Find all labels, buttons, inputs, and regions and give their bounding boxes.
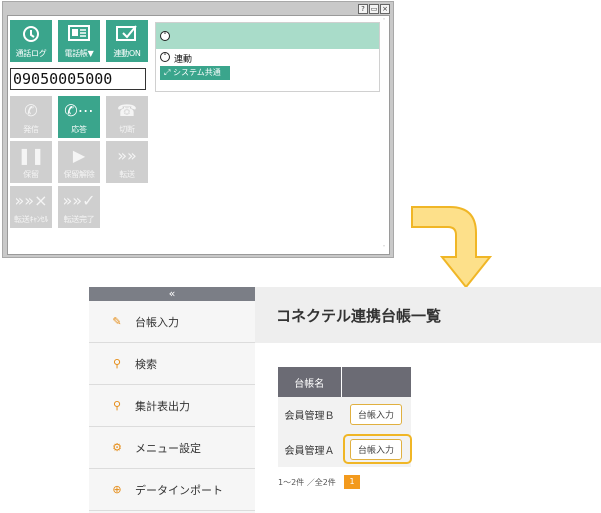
page-title: コネクテル連携台帳一覧 — [276, 307, 442, 325]
minimize-button[interactable]: ▭ — [369, 4, 379, 14]
column-header-action — [340, 367, 411, 397]
window-controls: ? ▭ × — [358, 4, 390, 14]
unhold-button[interactable]: ▶ 保留解除 — [58, 141, 100, 183]
help-button[interactable]: ? — [358, 4, 368, 14]
transfer-cancel-button[interactable]: »»× 転送ｷｬﾝｾﾙ — [10, 186, 52, 228]
scroll-down-icon[interactable]: ˅ — [380, 245, 388, 252]
transfer-button[interactable]: »» 転送 — [106, 141, 148, 183]
ledger-name-cell: 会員管理Ｂ — [278, 397, 341, 432]
sidebar-item-label: 台帳入力 — [135, 315, 179, 329]
softphone-window: ? ▭ × 通話ログ 電話帳▼ 連動ON 09050005000 ✆ 発信 ✆⋯… — [2, 1, 394, 258]
call-log-button[interactable]: 通話ログ — [10, 20, 52, 62]
phone-ringing-icon: ✆⋯ — [64, 101, 94, 120]
sidebar-item-label: 検索 — [135, 357, 157, 371]
external-link-icon: ⤢ — [164, 68, 173, 77]
transfer-complete-icon: »»✓ — [62, 191, 96, 210]
pause-icon: ❚❚ — [17, 146, 45, 165]
sidebar-item-label: 集計表出力 — [135, 399, 190, 413]
unhold-label: 保留解除 — [63, 170, 95, 179]
gear-icon: ⚙ — [112, 441, 122, 454]
phonebook-label: 電話帳▼ — [64, 49, 94, 58]
linkage-label: 連動 — [174, 55, 193, 65]
hangup-label: 切断 — [119, 125, 135, 134]
answer-label: 応答 — [71, 125, 87, 134]
close-button[interactable]: × — [380, 4, 390, 14]
import-icon: ⊕ — [112, 483, 122, 496]
panel-header-band: ˄ — [156, 23, 379, 49]
dial-label: 発信 — [23, 125, 39, 134]
system-common-label: システム共通 — [172, 68, 221, 77]
sidebar-item-label: データインポート — [135, 483, 223, 497]
play-icon: ▶ — [72, 146, 86, 165]
sidebar-item-search[interactable]: ⚲ 検索 — [89, 343, 255, 385]
phone-number-field[interactable]: 09050005000 — [10, 68, 146, 90]
sidebar-item-menu-settings[interactable]: ⚙ メニュー設定 — [89, 427, 255, 469]
collapse-up-icon[interactable]: ˄ — [160, 52, 170, 62]
link-on-button[interactable]: 連動ON — [106, 20, 148, 62]
collapse-up-icon[interactable]: ˄ — [160, 31, 170, 41]
transfer-complete-button[interactable]: »»✓ 転送完了 — [58, 186, 100, 228]
sidebar-collapse-button[interactable]: « — [89, 287, 255, 301]
pagination-info: 1〜2件 ／全2件 — [278, 478, 336, 487]
sidebar-item-report-output[interactable]: ⚲ 集計表出力 — [89, 385, 255, 427]
table-header-row: 台帳名 — [278, 367, 411, 397]
phone-icon: ✆ — [24, 101, 38, 120]
call-log-icon — [10, 24, 52, 46]
pencil-icon: ✎ — [112, 315, 122, 328]
hold-label: 保留 — [23, 170, 39, 179]
column-header-ledger-name: 台帳名 — [278, 367, 341, 397]
link-on-label: 連動ON — [113, 49, 141, 58]
ledger-input-button[interactable]: 台帳入力 — [349, 404, 402, 425]
vertical-scrollbar[interactable]: ˄ ˅ — [380, 18, 388, 252]
page-number-button[interactable]: 1 — [344, 475, 360, 489]
sidebar-item-label: メニュー設定 — [135, 441, 201, 455]
sidebar: « ✎ 台帳入力 ⚲ 検索 ⚲ 集計表出力 ⚙ メニュー設定 ⊕ データインポー… — [89, 287, 255, 513]
phonebook-button[interactable]: 電話帳▼ — [58, 20, 100, 62]
transfer-cancel-icon: »»× — [14, 191, 48, 210]
system-common-button[interactable]: ⤢ システム共通 — [160, 66, 230, 80]
search-icon: ⚲ — [112, 399, 122, 412]
linkage-panel: ˄ ˄ 連動 ⤢ システム共通 — [155, 22, 380, 92]
sidebar-item-data-import[interactable]: ⊕ データインポート — [89, 469, 255, 511]
transfer-complete-label: 転送完了 — [63, 215, 95, 224]
action-cell: 台帳入力 — [341, 397, 411, 432]
table-row: 会員管理Ｂ 台帳入力 — [278, 397, 411, 432]
phonebook-icon — [58, 24, 100, 46]
call-log-label: 通話ログ — [15, 49, 47, 58]
flow-arrow-icon — [411, 206, 493, 289]
hold-button[interactable]: ❚❚ 保留 — [10, 141, 52, 183]
highlight-frame — [343, 434, 412, 464]
transfer-cancel-label: 転送ｷｬﾝｾﾙ — [14, 215, 48, 224]
scroll-up-icon[interactable]: ˄ — [380, 18, 388, 25]
search-icon: ⚲ — [112, 357, 122, 370]
dial-button[interactable]: ✆ 発信 — [10, 96, 52, 138]
sidebar-item-ledger-input[interactable]: ✎ 台帳入力 — [89, 301, 255, 343]
hangup-button[interactable]: ☎ 切断 — [106, 96, 148, 138]
transfer-icon: »» — [117, 146, 137, 165]
softphone-client-area: 通話ログ 電話帳▼ 連動ON 09050005000 ✆ 発信 ✆⋯ 応答 ☎ — [7, 15, 390, 255]
transfer-label: 転送 — [119, 170, 135, 179]
answer-button[interactable]: ✆⋯ 応答 — [58, 96, 100, 138]
hangup-icon: ☎ — [117, 101, 137, 120]
link-check-icon — [106, 24, 148, 46]
ledger-name-cell: 会員管理Ａ — [278, 432, 341, 467]
page-header: コネクテル連携台帳一覧 — [255, 287, 601, 343]
